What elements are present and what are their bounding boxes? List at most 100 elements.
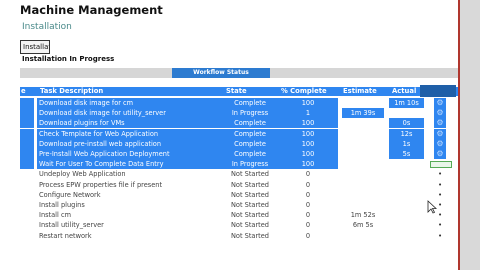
col-header-complete[interactable]: % Complete xyxy=(281,87,327,96)
table-row[interactable]: Download disk image for cm Complete 100 1m … xyxy=(0,98,458,108)
table-row[interactable]: Wait For User To Complete Data Entry In P… xyxy=(0,159,458,170)
table-row[interactable]: Install utility_server Not Started 0 6m 5s • xyxy=(0,220,458,230)
task-state: Complete xyxy=(222,118,278,129)
task-percent-complete: 100 xyxy=(278,128,338,139)
col-header-estimate[interactable]: Estimate xyxy=(343,87,377,96)
task-actual xyxy=(388,190,426,200)
task-description: Undeploy Web Application xyxy=(39,170,126,179)
task-state: Not Started xyxy=(231,231,269,240)
task-description: Install cm xyxy=(39,211,71,220)
task-percent-complete: 0 xyxy=(305,211,311,220)
task-percent-complete: 0 xyxy=(305,190,311,199)
task-description: Install utility_server xyxy=(39,221,104,230)
bullet-icon: • xyxy=(438,231,443,240)
task-description: Wait For User To Complete Data Entry xyxy=(37,159,224,170)
task-percent-complete: 1 xyxy=(278,108,338,119)
gear-icon[interactable]: ⚙ xyxy=(434,128,446,139)
task-percent-complete: 0 xyxy=(305,201,311,209)
bullet-icon: • xyxy=(438,190,443,199)
col-header-action xyxy=(420,85,456,97)
gear-icon[interactable]: ⚙ xyxy=(434,98,446,108)
task-description: Download plugins for VMs xyxy=(37,118,224,129)
task-actual xyxy=(388,210,426,220)
task-estimate: 6m 5s xyxy=(352,221,374,230)
task-description: Process EPW properties file if present xyxy=(39,180,163,189)
row-number xyxy=(20,98,34,108)
row-number xyxy=(20,108,34,119)
task-state: In Progress xyxy=(222,108,278,119)
table-row[interactable]: Restart network Not Started 0 • xyxy=(0,231,458,241)
table-row[interactable]: Install cm Not Started 0 1m 52s • xyxy=(0,210,458,220)
page-subtitle: Installation xyxy=(22,22,72,32)
table-row[interactable]: Download plugins for VMs Complete 100 0s ⚙ xyxy=(0,118,458,129)
gear-icon[interactable]: ⚙ xyxy=(434,138,446,149)
task-estimate xyxy=(338,231,388,241)
row-number xyxy=(20,169,34,179)
task-estimate: 1m 52s xyxy=(350,211,376,220)
installation-button[interactable]: Installation xyxy=(20,40,50,54)
col-header-number: e xyxy=(21,87,26,95)
table-row[interactable]: Pre-Install Web Application Deployment Co… xyxy=(0,149,458,159)
task-description: Download pre-install web application xyxy=(37,138,224,149)
bullet-icon: • xyxy=(438,180,443,189)
table-row[interactable]: Download pre-install web application Comp… xyxy=(0,138,458,149)
table-row[interactable]: Undeploy Web Application Not Started 0 • xyxy=(0,169,458,179)
gear-icon[interactable]: ⚙ xyxy=(434,108,446,119)
bullet-icon: • xyxy=(438,221,443,230)
task-description: Install plugins xyxy=(39,201,85,209)
task-percent-complete: 100 xyxy=(278,118,338,129)
row-number xyxy=(20,190,34,200)
gear-icon[interactable]: ⚙ xyxy=(434,149,446,159)
task-actual xyxy=(388,200,426,210)
bullet-icon: • xyxy=(438,211,443,220)
task-description: Pre-Install Web Application Deployment xyxy=(37,149,224,159)
table-row[interactable]: Install plugins Not Started 0 • xyxy=(0,200,458,210)
row-number xyxy=(20,200,34,210)
row-number xyxy=(20,180,34,190)
bullet-icon: • xyxy=(438,201,443,209)
task-percent-complete: 0 xyxy=(305,170,311,179)
task-description: Restart network xyxy=(39,231,92,240)
row-number xyxy=(20,210,34,220)
task-estimate xyxy=(338,180,388,190)
task-estimate xyxy=(338,169,388,179)
task-state: Complete xyxy=(222,128,278,139)
task-state: Not Started xyxy=(231,180,269,189)
workflow-status-label[interactable]: Workflow Status xyxy=(172,68,270,78)
task-state: Not Started xyxy=(231,211,269,220)
col-header-task[interactable]: Task Description xyxy=(40,87,103,96)
bullet-icon: • xyxy=(438,170,443,179)
task-estimate: 1m 39s xyxy=(342,108,384,119)
task-state: Complete xyxy=(222,138,278,149)
table-row[interactable]: Download disk image for utility_server In… xyxy=(0,108,458,119)
task-percent-complete: 100 xyxy=(278,98,338,108)
task-state: Not Started xyxy=(231,221,269,230)
task-actual xyxy=(388,180,426,190)
task-actual: 12s xyxy=(389,128,424,139)
gear-icon[interactable]: ⚙ xyxy=(434,118,446,129)
task-state: Not Started xyxy=(231,170,269,179)
task-percent-complete: 0 xyxy=(305,221,311,230)
task-estimate xyxy=(338,200,388,210)
row-number xyxy=(20,231,34,241)
task-actual xyxy=(388,231,426,241)
row-number xyxy=(20,118,34,129)
task-state: Complete xyxy=(222,149,278,159)
row-number xyxy=(20,149,34,159)
table-row[interactable]: Configure Network Not Started 0 • xyxy=(0,190,458,200)
col-header-actual[interactable]: Actual xyxy=(392,87,416,96)
row-number xyxy=(20,159,34,170)
task-description: Check Template for Web Application xyxy=(37,128,224,139)
task-actual: 1m 10s xyxy=(389,98,424,108)
task-state: Not Started xyxy=(231,190,269,199)
row-number xyxy=(20,138,34,149)
task-state: Not Started xyxy=(231,201,269,209)
task-percent-complete: 100 xyxy=(278,149,338,159)
table-row[interactable]: Process EPW properties file if present No… xyxy=(0,180,458,190)
table-row[interactable]: Check Template for Web Application Comple… xyxy=(0,128,458,139)
task-actual: 5s xyxy=(389,149,424,159)
task-actual xyxy=(388,169,426,179)
row-number xyxy=(20,220,34,230)
col-header-state[interactable]: State xyxy=(226,87,247,96)
task-estimate xyxy=(338,190,388,200)
